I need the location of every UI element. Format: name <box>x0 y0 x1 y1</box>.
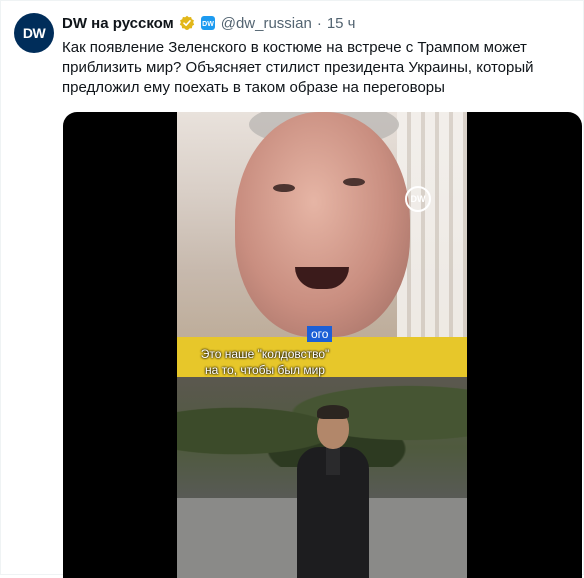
dw-watermark: DW <box>405 186 431 212</box>
subtitle-line-1: Это наше "колдовство" <box>200 347 330 361</box>
tweet-header: DW на русском DW @dw_russian · 15 ч <box>62 12 356 34</box>
separator-dot: · <box>316 14 322 32</box>
verified-badge-icon <box>179 15 194 30</box>
video-frame-top: DW ого <box>177 112 467 377</box>
author-handle[interactable]: @dw_russian <box>221 15 312 32</box>
eye <box>343 178 365 186</box>
video-subtitle: Это наше "колдовство" на то, чтобы был м… <box>63 346 467 378</box>
collar <box>326 447 340 475</box>
mouth <box>295 267 349 289</box>
eye <box>273 184 295 192</box>
avatar[interactable]: DW <box>14 13 54 53</box>
tweet-card[interactable]: DW DW на русском DW @dw_russian · 15 ч К… <box>0 0 584 578</box>
avatar-label: DW <box>22 25 46 41</box>
subtitle-line-2: на то, чтобы был мир <box>205 363 325 377</box>
speaker-face <box>235 112 410 337</box>
tweet-time[interactable]: 15 ч <box>327 15 356 32</box>
author-name[interactable]: DW на русском <box>62 15 174 32</box>
svg-text:DW: DW <box>202 21 214 28</box>
affiliate-badge-icon[interactable]: DW <box>200 15 216 31</box>
tweet-text: Как появление Зеленского в костюме на вс… <box>62 39 534 96</box>
overlay-tag: ого <box>307 326 333 342</box>
video-frame-bottom <box>177 377 467 578</box>
video-player[interactable]: DW ого Это наше "колдовство" на то, чтоб… <box>63 112 582 578</box>
person-hair <box>317 405 349 419</box>
